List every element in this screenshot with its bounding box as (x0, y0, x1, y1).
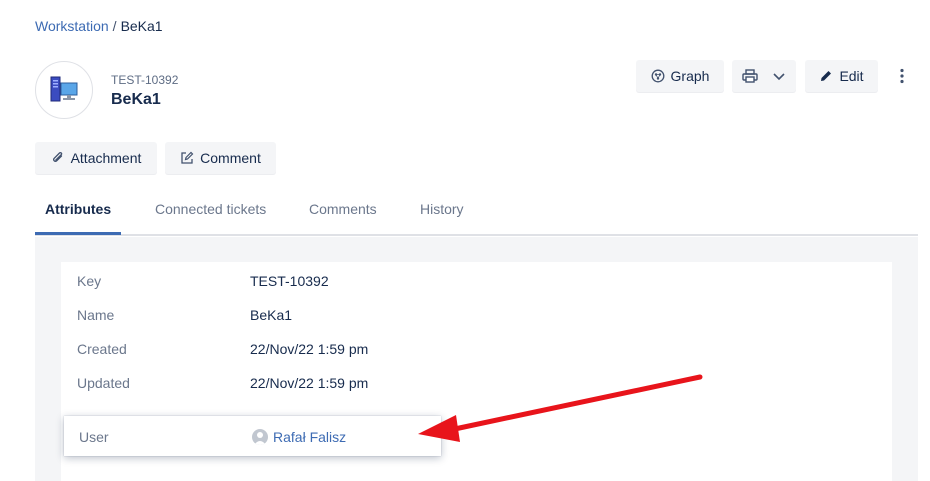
breadcrumb-separator: / (112, 18, 117, 34)
attribute-label-name: Name (77, 307, 115, 323)
attachment-button-label: Attachment (70, 150, 142, 166)
tab-history[interactable]: History (420, 201, 464, 217)
chevron-down-icon (773, 73, 785, 81)
object-title: BeKa1 (111, 91, 161, 108)
attribute-value-updated: 22/Nov/22 1:59 pm (250, 375, 369, 391)
more-actions-button[interactable] (890, 64, 914, 88)
object-avatar (35, 61, 93, 119)
attribute-label-created: Created (77, 341, 127, 357)
user-link-label: Rafał Falisz (273, 429, 347, 445)
attribute-label-user: User (79, 429, 109, 445)
tab-attributes[interactable]: Attributes (45, 201, 111, 217)
active-tab-indicator (35, 232, 121, 235)
breadcrumb: Workstation / BeKa1 (35, 18, 163, 34)
attribute-label-updated: Updated (77, 375, 130, 391)
comment-button-label: Comment (200, 150, 261, 166)
print-dropdown-button[interactable] (732, 60, 796, 92)
edit-button[interactable]: Edit (805, 60, 878, 92)
pencil-icon (821, 71, 832, 81)
tab-comments[interactable]: Comments (309, 201, 377, 217)
graph-button[interactable]: Graph (636, 60, 724, 92)
workstation-icon (50, 76, 78, 102)
attribute-value-name: BeKa1 (250, 307, 293, 323)
attribute-value-created: 22/Nov/22 1:59 pm (250, 341, 369, 357)
tab-connected-tickets[interactable]: Connected tickets (155, 201, 266, 217)
tab-bar: Attributes Connected tickets Comments Hi… (35, 195, 918, 236)
printer-icon (742, 69, 758, 83)
object-key: TEST-10392 (111, 73, 179, 87)
graph-icon (651, 69, 664, 83)
vertical-ellipsis-icon (900, 68, 904, 84)
breadcrumb-parent-link[interactable]: Workstation (35, 18, 109, 34)
edit-button-label: Edit (839, 68, 864, 84)
user-avatar-icon (252, 429, 268, 445)
breadcrumb-current: BeKa1 (120, 18, 163, 34)
paperclip-icon (52, 152, 62, 162)
user-link[interactable]: Rafał Falisz (252, 429, 346, 445)
attachment-button[interactable]: Attachment (35, 142, 157, 174)
annotation-arrow-icon (418, 374, 703, 442)
attribute-label-key: Key (77, 273, 102, 289)
graph-button-label: Graph (670, 68, 710, 84)
comment-button[interactable]: Comment (165, 142, 276, 174)
attribute-value-key: TEST-10392 (250, 273, 329, 289)
edit-note-icon (181, 151, 194, 164)
